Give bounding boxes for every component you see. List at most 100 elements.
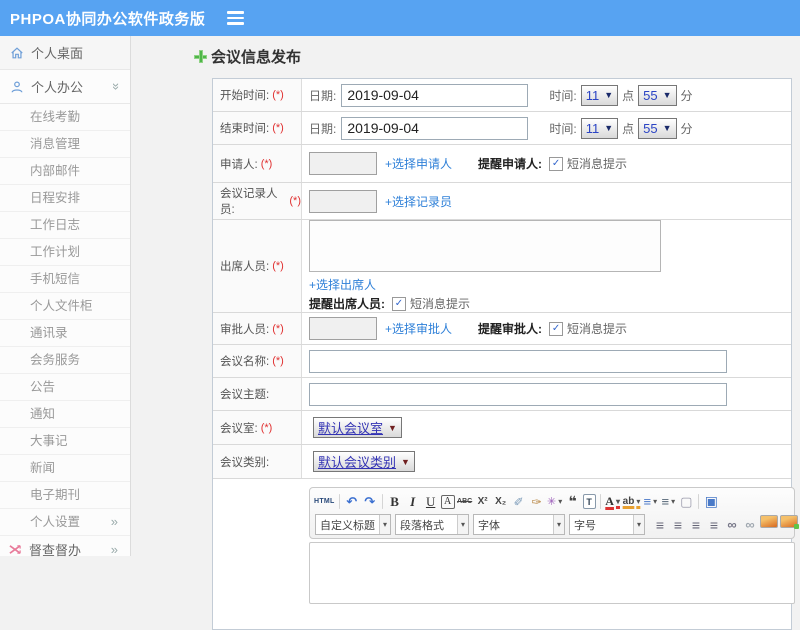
- insert-image-icon[interactable]: [760, 514, 778, 528]
- select-arrow-icon: ▼: [662, 90, 672, 100]
- format-brush-icon[interactable]: ✑: [529, 492, 545, 512]
- upload-image-icon[interactable]: [780, 514, 799, 529]
- sidebar-item-announcement[interactable]: 公告: [0, 374, 130, 401]
- sidebar-item-online-attendance[interactable]: 在线考勤: [0, 104, 130, 131]
- form-row-recorder: 会议记录人员: (*) +选择记录员: [213, 183, 791, 220]
- sidebar-item-meeting-service[interactable]: 会务服务: [0, 347, 130, 374]
- form-row-meeting-category: 会议类别: 默认会议类别 ▼: [213, 445, 791, 479]
- fullscreen-icon[interactable]: ▣: [703, 492, 719, 512]
- editor-content-area[interactable]: [309, 542, 795, 604]
- form-row-approver: 审批人员: (*) +选择审批人 提醒审批人: ✓ 短消息提示: [213, 313, 791, 345]
- sidebar-item-message-management[interactable]: 消息管理: [0, 131, 130, 158]
- attendees-textarea[interactable]: [309, 220, 661, 272]
- sidebar-item-supervision[interactable]: 督查督办 »: [0, 536, 130, 563]
- start-hour-select[interactable]: 11 ▼: [580, 84, 619, 106]
- main-content: 会议信息发布 开始时间:(*) 日期: 时间: 11 ▼ 点 55: [131, 36, 800, 630]
- meeting-room-select[interactable]: 默认会议室 ▼: [313, 417, 402, 438]
- underline-icon[interactable]: U: [423, 492, 439, 512]
- align-left-icon[interactable]: ≡: [652, 515, 668, 535]
- font-size-select[interactable]: 字号 ▾: [569, 514, 645, 535]
- bold-icon[interactable]: B: [387, 492, 403, 512]
- undo-icon[interactable]: ↶: [344, 492, 360, 512]
- sidebar-item-personal-office[interactable]: 个人办公 »: [0, 70, 130, 104]
- hamburger-menu-icon[interactable]: [227, 8, 245, 28]
- select-arrow-icon: ▼: [388, 422, 397, 433]
- end-date-input[interactable]: [341, 116, 529, 140]
- end-minute-select[interactable]: 55 ▼: [638, 117, 677, 139]
- font-family-select[interactable]: 字体 ▾: [473, 514, 565, 535]
- sidebar-item-notice[interactable]: 通知: [0, 401, 130, 428]
- sidebar-item-work-log[interactable]: 工作日志: [0, 212, 130, 239]
- font-color-icon[interactable]: A: [605, 492, 621, 512]
- remove-link-icon[interactable]: ∞: [742, 515, 758, 535]
- meeting-topic-input[interactable]: [309, 382, 727, 406]
- html-source-icon[interactable]: HTML: [314, 492, 335, 512]
- superscript-icon[interactable]: X²: [475, 492, 491, 512]
- attendees-sms-checkbox[interactable]: ✓: [392, 296, 406, 311]
- sidebar-item-contacts[interactable]: 通讯录: [0, 320, 130, 347]
- sidebar-item-mobile-sms[interactable]: 手机短信: [0, 266, 130, 293]
- applicant-sms-checkbox[interactable]: ✓: [549, 156, 564, 171]
- app-title: PHPOA协同办公软件政务版: [10, 10, 206, 28]
- dropdown-arrow-icon: ▾: [632, 515, 644, 534]
- select-arrow-icon: ▼: [401, 456, 410, 467]
- paste-text-icon[interactable]: T: [582, 494, 596, 509]
- toolbar-separator: [698, 494, 700, 509]
- add-plus-icon: [194, 50, 207, 63]
- end-hour-select[interactable]: 11 ▼: [580, 117, 619, 139]
- sidebar-submenu: 在线考勤 消息管理 内部邮件 日程安排 工作日志 工作计划 手机短信 个人文件柜…: [0, 104, 130, 536]
- form-row-content-editor: HTML↶↷BIUAABCX²X₂✐✑✳❝TAab≡≡▢▣ 自定义标题 ▾ 段落…: [213, 479, 799, 629]
- italic-icon[interactable]: I: [405, 492, 421, 512]
- user-icon: [11, 80, 23, 92]
- form-row-meeting-topic: 会议主题:: [213, 378, 791, 411]
- choose-approver-link[interactable]: +选择审批人: [385, 320, 452, 337]
- dropdown-arrow-icon: ▾: [552, 515, 564, 534]
- start-minute-select[interactable]: 55 ▼: [638, 84, 677, 106]
- sidebar-item-news[interactable]: 新闻: [0, 455, 130, 482]
- insert-link-icon[interactable]: ∞: [724, 515, 740, 535]
- sidebar-item-schedule[interactable]: 日程安排: [0, 185, 130, 212]
- top-bar: PHPOA协同办公软件政务版: [0, 0, 800, 36]
- approver-sms-checkbox[interactable]: ✓: [549, 321, 564, 336]
- blockquote-icon[interactable]: ❝: [565, 492, 581, 512]
- subscript-icon[interactable]: X₂: [493, 492, 509, 512]
- sidebar-item-major-events[interactable]: 大事记: [0, 428, 130, 455]
- sidebar-item-internal-mail[interactable]: 内部邮件: [0, 158, 130, 185]
- sidebar-item-personal-cabinet[interactable]: 个人文件柜: [0, 293, 130, 320]
- dropdown-arrow-icon: ▾: [378, 515, 390, 534]
- font-border-icon[interactable]: A: [440, 494, 455, 509]
- applicant-input[interactable]: [309, 152, 377, 175]
- choose-applicant-link[interactable]: +选择申请人: [385, 155, 452, 172]
- select-arrow-icon: ▼: [604, 123, 614, 133]
- paragraph-format-select[interactable]: 段落格式 ▾: [395, 514, 469, 535]
- ordered-list-icon[interactable]: ≡: [642, 492, 658, 512]
- redo-icon[interactable]: ↷: [362, 492, 378, 512]
- align-justify-icon[interactable]: ≡: [706, 515, 722, 535]
- toolbar-separator: [381, 494, 383, 509]
- sidebar-item-e-journal[interactable]: 电子期刊: [0, 482, 130, 509]
- strikethrough-icon[interactable]: ABC: [457, 492, 473, 512]
- meeting-name-input[interactable]: [309, 349, 727, 373]
- unordered-list-icon[interactable]: ≡: [660, 492, 676, 512]
- sidebar-item-personal-desktop[interactable]: 个人桌面: [0, 36, 130, 70]
- editor-toolbar-row1: HTML↶↷BIUAABCX²X₂✐✑✳❝TAab≡≡▢▣: [313, 490, 791, 513]
- toolbar-separator: [599, 494, 601, 509]
- recorder-input[interactable]: [309, 189, 377, 213]
- align-right-icon[interactable]: ≡: [688, 515, 704, 535]
- sidebar-item-personal-settings[interactable]: 个人设置 »: [0, 509, 130, 536]
- highlight-color-icon[interactable]: ab: [623, 492, 641, 512]
- choose-attendees-link[interactable]: +选择出席人: [309, 276, 376, 293]
- start-date-input[interactable]: [341, 83, 529, 107]
- approver-input[interactable]: [309, 317, 377, 340]
- meeting-category-select[interactable]: 默认会议类别 ▼: [313, 451, 415, 472]
- eraser-icon[interactable]: ✐: [511, 492, 527, 512]
- autotypeset-icon[interactable]: ✳: [547, 492, 563, 512]
- sidebar-item-work-plan[interactable]: 工作计划: [0, 239, 130, 266]
- meeting-form: 开始时间:(*) 日期: 时间: 11 ▼ 点 55 ▼ 分: [212, 78, 799, 630]
- align-center-icon[interactable]: ≡: [670, 515, 686, 535]
- custom-title-select[interactable]: 自定义标题 ▾: [315, 514, 391, 535]
- editor-toolbar-row2: 自定义标题 ▾ 段落格式 ▾ 字体 ▾ 字号 ▾ ≡ ≡ ≡ ≡ ∞ ∞: [313, 513, 799, 536]
- chevron-right-icon: »: [110, 542, 118, 557]
- choose-recorder-link[interactable]: +选择记录员: [385, 193, 452, 210]
- new-page-icon[interactable]: ▢: [678, 492, 694, 512]
